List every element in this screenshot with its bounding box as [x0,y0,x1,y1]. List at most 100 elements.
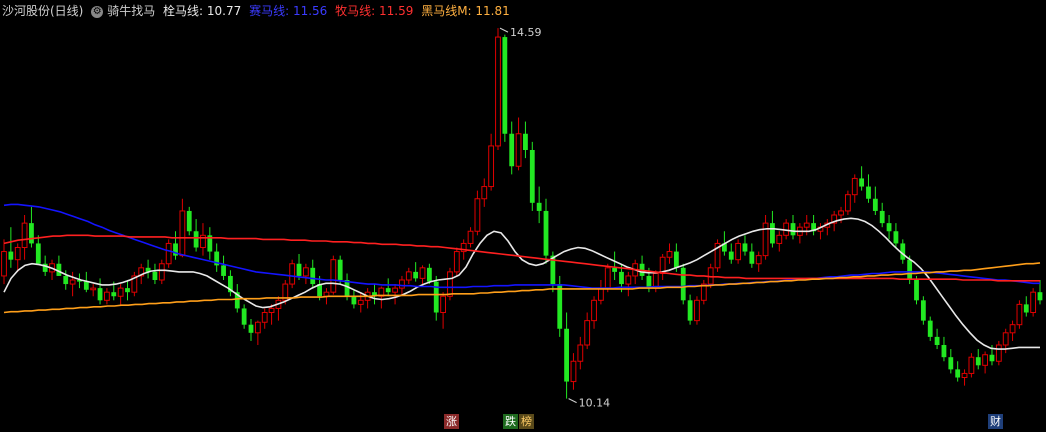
candle-body[interactable] [165,242,172,265]
candle-body[interactable] [872,198,878,211]
candle-body[interactable] [673,251,679,268]
candle-body[interactable] [851,177,858,196]
candle-body[interactable] [419,267,426,279]
candle-body[interactable] [557,284,563,329]
candle-body[interactable] [529,150,535,203]
candle-body[interactable] [625,275,632,285]
candle-body[interactable] [385,288,391,293]
candle-body[interactable] [577,344,584,362]
candle-body[interactable] [337,259,343,280]
candle-body[interactable] [90,287,97,291]
candle-body[interactable] [35,243,41,264]
candle-body[interactable] [104,291,110,301]
candle-body[interactable] [619,271,624,285]
candle-body[interactable] [879,210,885,224]
candle-body[interactable] [1,251,7,277]
candle-body[interactable] [467,230,474,244]
candle-body[interactable] [69,279,76,285]
candle-body[interactable] [495,36,501,147]
candle-body[interactable] [934,336,940,345]
indicator-name[interactable]: 骑牛找马 [107,4,155,18]
candle-body[interactable] [83,281,89,290]
candle-body[interactable] [968,356,975,374]
candle-body[interactable] [886,223,892,232]
candle-body[interactable] [8,251,14,260]
candle-body[interactable] [680,267,686,301]
candle-body[interactable] [241,308,247,325]
candle-body[interactable] [221,265,226,276]
candle-body[interactable] [261,312,268,323]
candle-body[interactable] [1023,304,1029,313]
candle-body[interactable] [948,357,954,370]
candle-body[interactable] [604,267,611,289]
candle-body[interactable] [1016,303,1023,326]
candle-body[interactable] [584,320,591,346]
candle-body[interactable] [453,251,460,273]
candle-body[interactable] [770,223,775,244]
candle-body[interactable] [597,287,604,301]
candle-body[interactable] [111,292,117,297]
candle-body[interactable] [399,279,405,289]
candle-body[interactable] [790,223,796,236]
candle-body[interactable] [268,307,275,313]
candle-body[interactable] [570,360,577,383]
candle-body[interactable] [440,295,447,313]
candle-body[interactable] [536,202,542,211]
candle-body[interactable] [914,280,919,301]
candle-body[interactable] [14,247,21,261]
candle-body[interactable] [955,369,961,378]
candle-body[interactable] [502,37,508,134]
candle-body[interactable] [158,263,165,281]
candle-body[interactable] [125,288,130,293]
candle-body[interactable] [564,328,569,382]
candle-body[interactable] [844,194,851,212]
candle-body[interactable] [179,210,186,257]
candle-body[interactable] [152,271,158,280]
candle-body[interactable] [509,133,515,167]
candle-body[interactable] [755,255,762,265]
candle-body[interactable] [392,287,398,293]
candle-body[interactable] [975,357,981,366]
candle-body[interactable] [447,271,453,297]
candle-body[interactable] [351,296,357,305]
candle-body[interactable] [330,259,337,293]
marker-cai[interactable]: 财 [988,414,1003,429]
candle-body[interactable] [920,300,926,321]
candle-body[interactable] [248,324,254,333]
candle-body[interactable] [63,275,69,285]
candle-body[interactable] [961,372,968,378]
candle-body[interactable] [1037,292,1043,301]
candle-body[interactable] [302,267,309,277]
candle-body[interactable] [749,251,755,264]
candle-body[interactable] [543,210,549,256]
candle-body[interactable] [666,251,673,258]
candle-body[interactable] [803,222,810,228]
candle-body[interactable] [1009,324,1016,334]
indicator-settings-icon[interactable]: ⚙ [91,5,104,18]
candle-body[interactable] [995,344,1002,362]
candle-body[interactable] [838,210,844,216]
candle-body[interactable] [1030,291,1037,313]
candle-body[interactable] [927,320,933,337]
candle-body[interactable] [859,178,865,187]
candle-body[interactable] [907,259,913,280]
candle-body[interactable] [289,263,296,285]
candle-body[interactable] [776,234,783,244]
candle-body[interactable] [488,145,495,188]
candle-body[interactable] [296,263,302,276]
candle-body[interactable] [612,267,618,272]
candle-body[interactable] [989,354,995,362]
candle-body[interactable] [310,267,316,285]
candle-body[interactable] [735,242,742,261]
candle-body[interactable] [405,271,412,281]
candle-body[interactable] [97,288,103,301]
candle-body[interactable] [117,287,124,297]
candle-body[interactable] [941,345,947,358]
candle-body[interactable] [893,231,899,244]
candle-body[interactable] [515,133,522,167]
candle-body[interactable] [357,299,364,305]
candle-body[interactable] [426,267,432,282]
candle-body[interactable] [1002,332,1009,346]
candle-body[interactable] [481,186,488,200]
candle-body[interactable] [694,299,700,322]
